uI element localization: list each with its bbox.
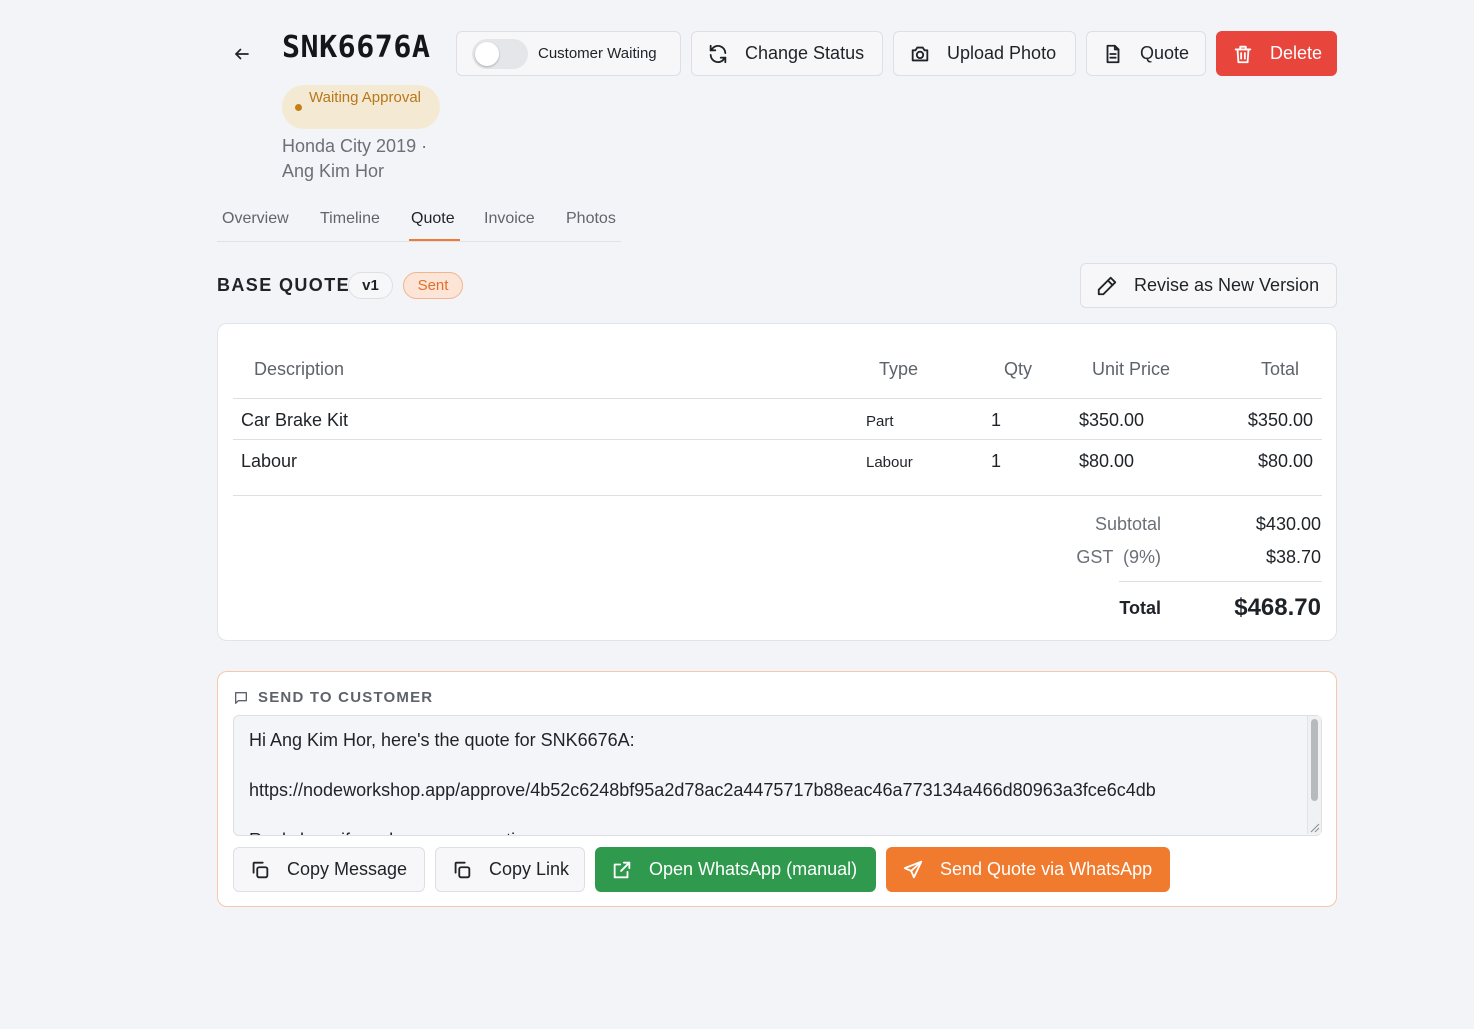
quote-version-badge: v1 [348,272,393,299]
row-type: Labour [866,454,913,471]
gst-label: GST (9%) [1076,547,1161,567]
delete-button[interactable]: Delete [1216,31,1337,76]
textarea-scrollbar[interactable] [1307,716,1321,834]
status-badge-label: Waiting Approval [309,89,422,106]
tab-overview[interactable]: Overview [222,210,289,228]
copy-icon [454,861,471,878]
trash-icon [1234,45,1252,63]
total-value: $468.70 [1234,594,1321,621]
copy-link-button[interactable]: Copy Link [435,847,585,892]
divider [1119,581,1322,582]
row-unit-price: $350.00 [1079,410,1145,430]
send-title-label: SEND TO CUSTOMER [258,689,434,706]
tab-quote[interactable]: Quote [411,210,455,228]
quote-button[interactable]: Quote [1086,31,1206,76]
column-header-total: Total [1261,359,1300,379]
tab-bar: Overview Timeline Quote Invoice Photos [217,200,621,242]
change-status-button[interactable]: Change Status [691,31,883,76]
status-dot-icon [295,104,302,111]
column-header-description: Description [254,359,345,379]
open-whatsapp-button[interactable]: Open WhatsApp (manual) [595,847,876,892]
scrollbar-thumb[interactable] [1311,719,1318,801]
column-header-qty: Qty [1004,359,1033,379]
row-qty: 1 [991,410,1002,430]
divider [233,398,1322,399]
quote-button-label: Quote [1140,43,1190,63]
row-total: $350.00 [1247,410,1313,430]
send-to-customer-card: SEND TO CUSTOMER Hi Ang Kim Hor, here's … [217,671,1337,907]
row-total: $80.00 [1257,451,1313,471]
pencil-icon [1097,276,1117,295]
customer-waiting-label: Customer Waiting [538,45,657,62]
copy-link-label: Copy Link [489,859,570,879]
change-status-label: Change Status [745,43,865,63]
customer-waiting-toggle[interactable]: Customer Waiting [456,31,681,76]
copy-icon [252,861,269,878]
status-badge: Waiting Approval [282,85,440,129]
send-quote-whatsapp-button[interactable]: Send Quote via WhatsApp [886,847,1170,892]
total-label: Total [1119,598,1161,618]
back-button[interactable] [226,38,258,70]
send-section-title: SEND TO CUSTOMER [233,689,433,706]
revise-label: Revise as New Version [1134,275,1320,295]
copy-message-label: Copy Message [287,859,408,879]
row-unit-price: $80.00 [1079,451,1135,471]
active-tab-indicator [409,239,460,241]
revise-new-version-button[interactable]: Revise as New Version [1080,263,1337,308]
message-icon [235,691,247,704]
quote-table-card: Description Type Qty Unit Price Total Ca… [217,323,1337,641]
column-header-unit-price: Unit Price [1092,359,1171,379]
open-whatsapp-label: Open WhatsApp (manual) [649,859,858,879]
tab-timeline[interactable]: Timeline [320,210,380,228]
resize-handle-icon[interactable] [1307,822,1321,834]
column-header-type: Type [879,359,919,379]
refresh-icon [709,44,727,63]
vehicle-customer-subtitle: Honda City 2019 · Ang Kim Hor [282,134,452,184]
row-description: Labour [241,451,298,471]
subtotal-value: $430.00 [1255,514,1321,534]
send-whatsapp-label: Send Quote via WhatsApp [940,859,1153,879]
upload-photo-button[interactable]: Upload Photo [893,31,1076,76]
message-textarea[interactable]: Hi Ang Kim Hor, here's the quote for SNK… [233,715,1322,836]
upload-photo-label: Upload Photo [947,43,1057,63]
send-icon [903,860,923,878]
quote-section-title: BASE QUOTE [217,275,351,295]
toggle-switch[interactable] [472,38,528,69]
row-type: Part [866,413,894,430]
gst-value: $38.70 [1265,547,1321,567]
delete-label: Delete [1270,43,1323,63]
row-description: Car Brake Kit [241,410,349,430]
tab-invoice[interactable]: Invoice [484,210,535,228]
subtotal-label: Subtotal [1094,514,1161,534]
quote-state-badge: Sent [403,272,463,299]
arrow-left-icon [235,48,249,60]
tab-photos[interactable]: Photos [566,210,616,228]
customer-name-label: Ang Kim Hor [282,161,385,181]
divider [233,495,1322,496]
external-link-icon [613,861,631,878]
copy-message-button[interactable]: Copy Message [233,847,425,892]
row-qty: 1 [991,451,1002,471]
divider [233,439,1322,440]
page-title: SNK6676A [282,30,431,65]
toggle-knob [475,41,499,66]
vehicle-label: Honda City 2019 · [282,136,428,156]
document-icon [1106,44,1120,63]
camera-icon [911,46,929,61]
